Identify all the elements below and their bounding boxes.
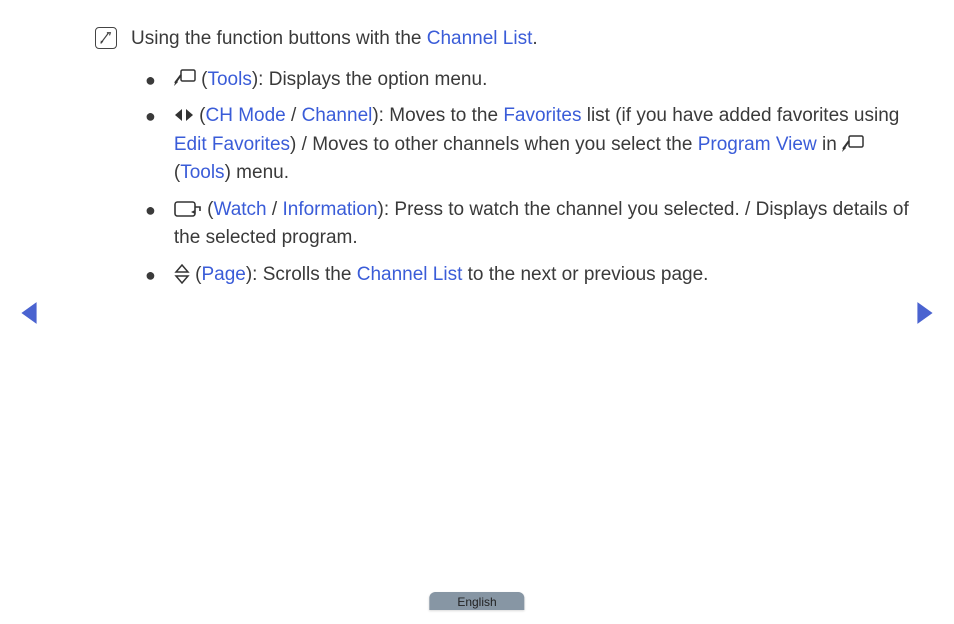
intro-text: Using the function buttons with the Chan… (131, 25, 538, 54)
term-link: Information (282, 199, 377, 220)
term-link: Channel List (357, 264, 463, 285)
text-run: ( (196, 69, 208, 90)
term-link: CH Mode (205, 105, 285, 126)
term-link: Tools (180, 162, 224, 183)
list-item: ● (Page): Scrolls the Channel List to th… (145, 261, 924, 290)
bullet-list: ● (Tools): Displays the option menu.● (C… (95, 66, 924, 290)
bullet-body: (Page): Scrolls the Channel List to the … (174, 261, 924, 290)
term-link: Edit Favorites (174, 134, 290, 155)
next-page-button[interactable] (914, 300, 936, 326)
term-link: Favorites (503, 105, 581, 126)
intro-pre: Using the function buttons with the (131, 28, 427, 49)
text-run: in (817, 134, 842, 155)
text-run: to the next or previous page. (462, 264, 708, 285)
bullet-marker: ● (145, 66, 156, 95)
term-link: Tools (207, 69, 251, 90)
term-link: Page (201, 264, 245, 285)
list-item: ● (Watch / Information): Press to watch … (145, 196, 924, 253)
bullet-body: (CH Mode / Channel): Moves to the Favori… (174, 102, 924, 188)
bullet-marker: ● (145, 102, 156, 131)
text-run: ): Moves to the (372, 105, 503, 126)
bullet-marker: ● (145, 261, 156, 290)
text-run: / (267, 199, 283, 220)
language-tab[interactable]: English (429, 592, 524, 610)
term-link: Watch (213, 199, 266, 220)
manual-page: Using the function buttons with the Chan… (0, 0, 954, 624)
text-run: ( (190, 264, 202, 285)
text-run: ): Scrolls the (246, 264, 357, 285)
prev-page-button[interactable] (18, 300, 40, 326)
tools-icon (842, 135, 864, 153)
intro-row: Using the function buttons with the Chan… (95, 25, 924, 54)
text-run: ): Displays the option menu. (252, 69, 488, 90)
bullet-body: (Tools): Displays the option menu. (174, 66, 924, 95)
term-link: Program View (698, 134, 817, 155)
text-run: / (286, 105, 302, 126)
enter-icon (174, 200, 202, 218)
intro-link: Channel List (427, 28, 533, 49)
leftright-icon (174, 107, 194, 123)
bullet-body: (Watch / Information): Press to watch th… (174, 196, 924, 253)
bullet-marker: ● (145, 196, 156, 225)
tools-icon (174, 69, 196, 87)
intro-post: . (532, 28, 537, 49)
updown-icon (174, 264, 190, 284)
text-run: ( (202, 199, 214, 220)
list-item: ● (Tools): Displays the option menu. (145, 66, 924, 95)
text-run: ( (194, 105, 206, 126)
text-run: list (if you have added favorites using (581, 105, 899, 126)
list-item: ● (CH Mode / Channel): Moves to the Favo… (145, 102, 924, 188)
text-run: ) menu. (225, 162, 289, 183)
term-link: Channel (302, 105, 373, 126)
language-label: English (457, 595, 496, 609)
text-run: ) / Moves to other channels when you sel… (290, 134, 698, 155)
note-icon (95, 27, 117, 49)
